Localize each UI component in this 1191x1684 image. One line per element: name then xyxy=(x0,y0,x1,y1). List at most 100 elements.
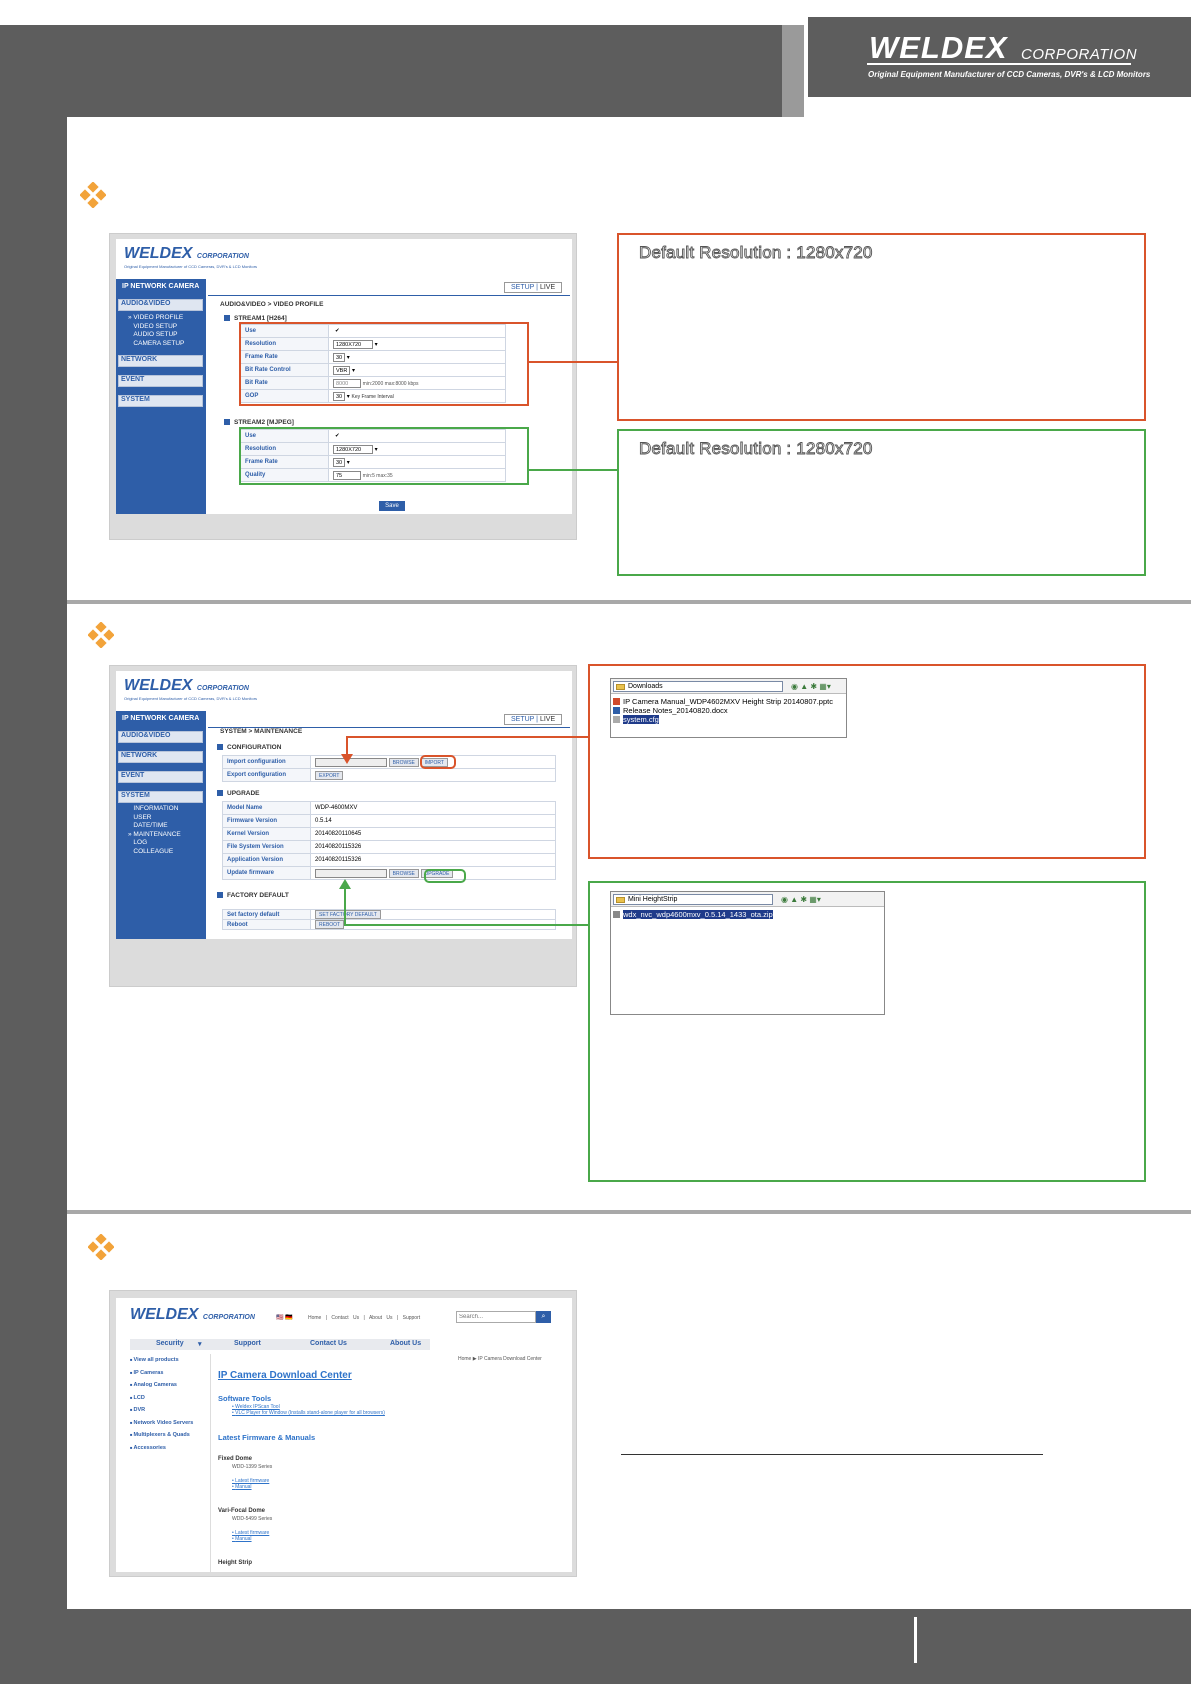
column-divider xyxy=(210,1354,211,1572)
firmware-file-field[interactable] xyxy=(315,868,387,878)
search-icon[interactable]: ⌕ xyxy=(536,1311,551,1323)
brand-suffix: CORPORATION xyxy=(1021,46,1138,63)
folder-icon xyxy=(616,897,625,903)
vlc-player-link[interactable]: • VLC Player for Window (Installs stand-… xyxy=(232,1410,385,1416)
list-item[interactable]: system.cfg xyxy=(611,715,846,724)
callout-text: Default Resolution : 1280x720 xyxy=(639,243,873,263)
fixed-dome-heading: Fixed Dome xyxy=(218,1456,253,1462)
category-item[interactable]: LCD xyxy=(130,1392,208,1405)
sidebar-subitem-camera-setup[interactable]: CAMERA SETUP xyxy=(128,340,184,349)
toolbar-icons[interactable]: ◉ ▲ ✱ ▦▾ xyxy=(791,682,831,691)
list-item[interactable]: IP Camera Manual_WDP4602MXV Height Strip… xyxy=(611,697,846,706)
export-button[interactable]: EXPORT xyxy=(315,770,344,780)
sidebar-item-system[interactable]: SYSTEM xyxy=(118,791,203,803)
height-strip-heading: Height Strip xyxy=(218,1560,252,1566)
folder-dropdown[interactable]: Downloads xyxy=(613,681,783,692)
sidebar-subitem-date-time[interactable]: DATE/TIME xyxy=(128,822,181,831)
sidebar-subitem-log[interactable]: LOG xyxy=(128,839,181,848)
table-row: File System Version 20140820115326 xyxy=(222,840,556,854)
tab-live[interactable]: LIVE xyxy=(540,284,555,291)
table-row: Import configuration BROWSE IMPORT xyxy=(222,755,556,769)
toolbar-icons[interactable]: ◉ ▲ ✱ ▦▾ xyxy=(781,895,821,904)
category-item[interactable]: Accessories xyxy=(130,1442,208,1455)
table-row: Export configuration EXPORT xyxy=(222,768,556,782)
sidebar-subitem-video-setup[interactable]: VIDEO SETUP xyxy=(128,323,184,332)
category-item[interactable]: Network Video Servers xyxy=(130,1417,208,1430)
sidebar-submenu: INFORMATION USER DATE/TIME » MAINTENANCE… xyxy=(128,805,181,856)
sidebar-subitem-user[interactable]: USER xyxy=(128,814,181,823)
logo-divider xyxy=(867,63,1131,65)
sidebar-subitem-colleague[interactable]: COLLEAGUE xyxy=(128,848,181,857)
explorer-toolbar: Mini HeightStrip ◉ ▲ ✱ ▦▾ xyxy=(611,892,884,907)
tab-live[interactable]: LIVE xyxy=(540,716,555,723)
top-link-home[interactable]: Home xyxy=(308,1315,321,1321)
footer-bar xyxy=(0,1609,1191,1684)
arrow-up-icon xyxy=(339,879,351,889)
brand-logo: WELDEX xyxy=(869,30,1008,65)
fixed-dome-series: WDD-1399 Series xyxy=(232,1464,273,1470)
portal-logo: WELDEX CORPORATION xyxy=(130,1306,255,1323)
connector-line xyxy=(346,736,589,738)
top-link-about[interactable]: About Us xyxy=(369,1315,393,1321)
sidebar-item-event[interactable]: EVENT xyxy=(118,375,203,387)
sidebar-item-system[interactable]: SYSTEM xyxy=(118,395,203,407)
connector-line xyxy=(344,924,589,926)
nav-security[interactable]: Security xyxy=(156,1340,184,1347)
section-divider xyxy=(67,1210,1191,1214)
sidebar-item-network[interactable]: NETWORK xyxy=(118,751,203,763)
nav-contact[interactable]: Contact Us xyxy=(310,1340,347,1347)
category-item[interactable]: View all products xyxy=(130,1354,208,1367)
video-profile-screenshot: WELDEX CORPORATION Original Equipment Ma… xyxy=(109,233,577,540)
screenshot-inner: WELDEX CORPORATION 🇺🇸 🇩🇪 Home | Contact … xyxy=(116,1298,572,1572)
reboot-button[interactable]: REBOOT xyxy=(315,920,345,929)
software-tools-heading: Software Tools xyxy=(218,1394,272,1403)
category-item[interactable]: Analog Cameras xyxy=(130,1379,208,1392)
list-item[interactable]: Release Notes_20140820.docx xyxy=(611,706,846,715)
stream1-heading: STREAM1 [H264] xyxy=(224,315,287,322)
nav-support[interactable]: Support xyxy=(234,1340,261,1347)
top-link-support[interactable]: Support xyxy=(403,1315,421,1321)
vari-focal-series: WDD-5499 Series xyxy=(232,1516,273,1522)
set-factory-default-button[interactable]: SET FACTORY DEFAULT xyxy=(315,910,381,919)
sidebar-subitem-audio-setup[interactable]: AUDIO SETUP xyxy=(128,331,184,340)
list-item[interactable]: wdx_nvc_wdp4600mxv_0.5.14_1433_ota.zip xyxy=(611,910,884,919)
sidebar-item-event[interactable]: EVENT xyxy=(118,771,203,783)
callout-text: Default Resolution : 1280x720 xyxy=(639,439,873,459)
category-item[interactable]: Multiplexers & Quads xyxy=(130,1429,208,1442)
sidebar-item-audio-video[interactable]: AUDIO&VIDEO xyxy=(118,731,203,743)
sidebar-submenu: » VIDEO PROFILE VIDEO SETUP AUDIO SETUP … xyxy=(128,314,184,348)
sidebar-item-audio-video[interactable]: AUDIO&VIDEO xyxy=(118,299,203,311)
sidebar-subitem-information[interactable]: INFORMATION xyxy=(128,805,181,814)
category-item[interactable]: IP Cameras xyxy=(130,1367,208,1380)
save-button[interactable]: Save xyxy=(379,501,405,511)
diamond-bullet-icon xyxy=(88,622,114,648)
table-row: Application Version 20140820115326 xyxy=(222,853,556,867)
stream2-heading: STREAM2 [MJPEG] xyxy=(224,419,294,426)
table-row: Model Name WDP-4600MXV xyxy=(222,801,556,815)
sidebar-subitem-video-profile[interactable]: » VIDEO PROFILE xyxy=(128,314,184,323)
search-input[interactable] xyxy=(456,1311,536,1323)
diamond-bullet-icon xyxy=(80,182,106,208)
cfg-file-icon xyxy=(613,716,620,723)
browse-button[interactable]: BROWSE xyxy=(388,868,419,878)
tab-setup[interactable]: SETUP xyxy=(511,284,534,291)
section-icon xyxy=(217,790,223,797)
manual-link[interactable]: • Manual xyxy=(232,1484,269,1490)
browse-button[interactable]: BROWSE xyxy=(388,757,419,767)
upgrade-heading: UPGRADE xyxy=(217,790,260,797)
manual-link[interactable]: • Manual xyxy=(232,1536,269,1542)
header-accent xyxy=(782,25,804,117)
category-item[interactable]: DVR xyxy=(130,1404,208,1417)
section-icon xyxy=(224,315,230,322)
sidebar-item-network[interactable]: NETWORK xyxy=(118,355,203,367)
left-rail xyxy=(0,117,67,1609)
nav-about[interactable]: About Us xyxy=(390,1340,421,1347)
folder-dropdown[interactable]: Mini HeightStrip xyxy=(613,894,773,905)
sidebar-subitem-maintenance[interactable]: » MAINTENANCE xyxy=(128,831,181,840)
setup-live-tabs: SETUP | LIVE xyxy=(504,714,563,725)
top-link-contact[interactable]: Contact Us xyxy=(331,1315,359,1321)
language-flags[interactable]: 🇺🇸 🇩🇪 xyxy=(276,1314,293,1321)
tab-setup[interactable]: SETUP xyxy=(511,716,534,723)
upgrade-table: Model Name WDP-4600MXV Firmware Version 0.… xyxy=(222,801,556,880)
stream2-highlight xyxy=(239,427,529,485)
